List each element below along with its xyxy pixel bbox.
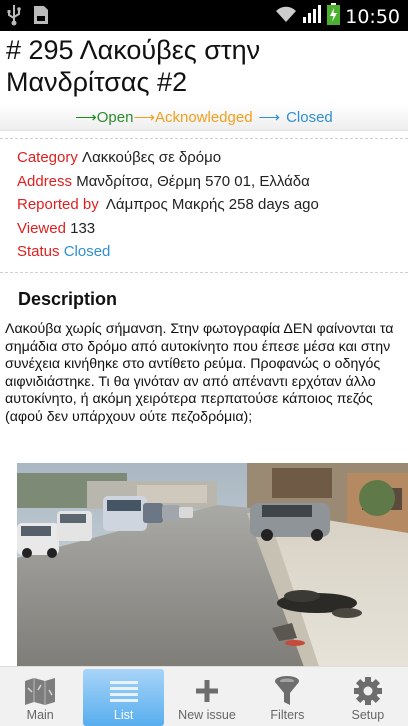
category-label: Category — [17, 149, 78, 166]
status-label: Status — [17, 243, 60, 260]
arrow-right-icon: ⟶ — [133, 109, 155, 126]
arrow-right-icon: ⟶ — [75, 109, 97, 126]
issue-photo[interactable] — [17, 463, 408, 675]
address-value: Μανδρίτσα, Θέρμη 570 01, Ελλάδα — [76, 172, 310, 190]
address-row: Address Μανδρίτσα, Θέρμη 570 01, Ελλάδα — [17, 170, 319, 194]
funnel-icon — [274, 674, 300, 708]
nav-main[interactable]: Main — [0, 667, 80, 726]
nav-setup-label: Setup — [351, 708, 385, 722]
nav-setup[interactable]: Setup — [328, 667, 408, 726]
sd-card-icon — [32, 4, 50, 31]
battery-charging-icon — [327, 3, 341, 30]
description-text: Λακούβα χωρίς σήμανση. Στην φωτογραφία Δ… — [5, 321, 394, 425]
plus-icon — [195, 674, 219, 708]
workflow-open: Open — [96, 108, 134, 126]
issue-title: # 295 Λακούβες στην Μανδρίτσας #2 — [6, 35, 261, 97]
workflow-acknowledged: Acknowledged — [154, 108, 253, 126]
issue-details: Category Λακκούβες σε δρόμο Address Μανδ… — [17, 146, 319, 264]
signal-icon — [302, 4, 322, 29]
category-value: Λακκούβες σε δρόμο — [82, 149, 222, 166]
map-icon — [23, 674, 57, 708]
category-row: Category Λακκούβες σε δρόμο — [17, 146, 319, 170]
nav-list-label: List — [113, 708, 134, 722]
nav-new-issue[interactable]: New issue — [167, 667, 247, 726]
status-value: Closed — [63, 243, 111, 260]
clock: 10:50 — [345, 5, 400, 28]
status-bar: 10:50 — [0, 0, 408, 31]
reported-by-value: Λάμπρος Μακρής 258 days ago — [105, 196, 319, 213]
nav-main-label: Main — [26, 708, 54, 722]
reported-by-row: Reported by Λάμπρος Μακρής 258 days ago — [17, 193, 319, 217]
workflow-status-strip: ⟶ Open ⟶ Acknowledged ⟶ Closed — [0, 104, 408, 131]
viewed-value: 133 — [70, 219, 96, 237]
nav-list[interactable]: List — [83, 669, 164, 726]
viewed-row: Viewed 133 — [17, 217, 319, 241]
nav-filters[interactable]: Filters — [247, 667, 327, 726]
bottom-navigation: Main List New issue Filters Setup — [0, 666, 408, 726]
reported-by-label: Reported by — [17, 196, 99, 213]
list-icon — [109, 674, 139, 708]
divider — [0, 272, 408, 273]
description-heading: Description — [18, 289, 118, 309]
usb-icon — [6, 4, 22, 31]
nav-new-issue-label: New issue — [178, 708, 236, 722]
viewed-label: Viewed — [17, 219, 66, 237]
nav-filters-label: Filters — [270, 708, 305, 722]
wifi-icon — [275, 4, 297, 29]
gear-icon — [353, 674, 383, 708]
address-label: Address — [17, 172, 73, 190]
workflow-closed: Closed — [286, 108, 333, 126]
status-row: Status Closed — [17, 240, 319, 264]
arrow-right-icon: ⟶ — [258, 109, 281, 126]
divider — [0, 138, 408, 139]
